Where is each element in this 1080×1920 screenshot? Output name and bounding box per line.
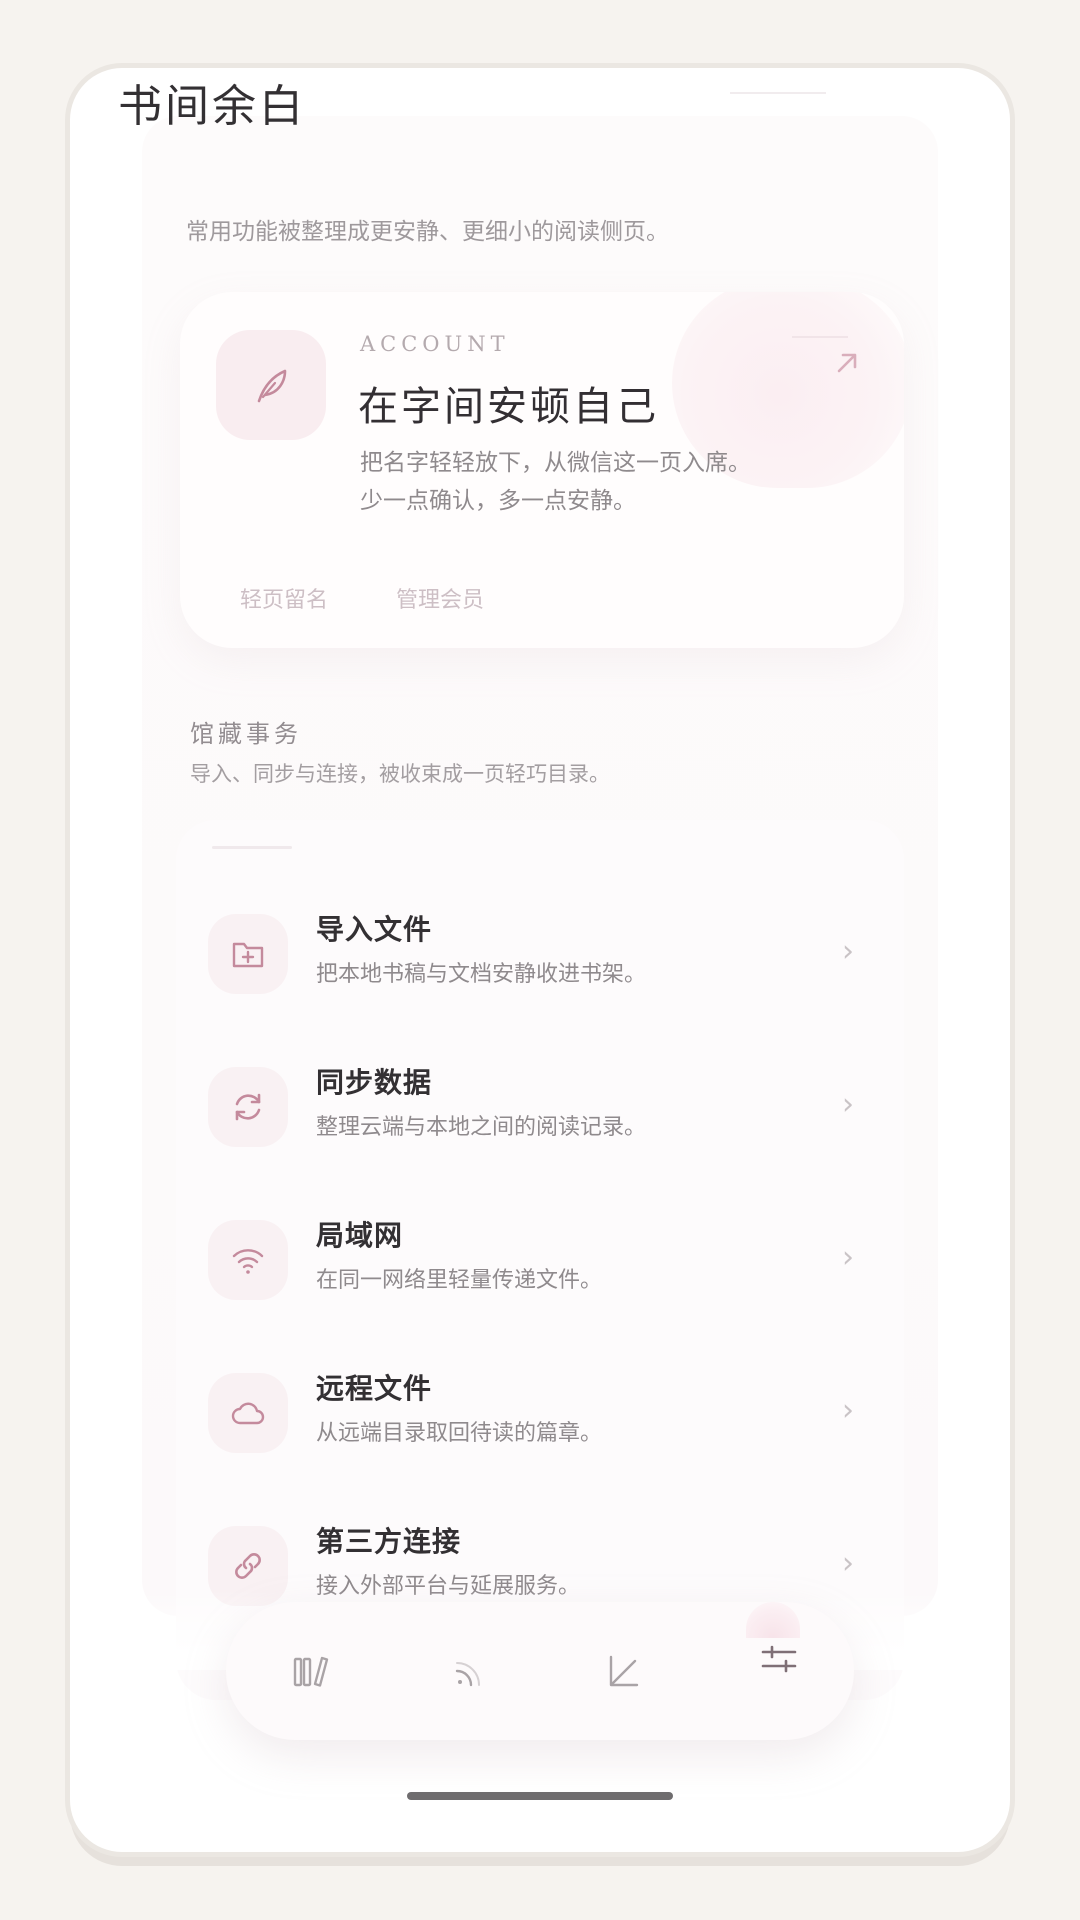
chevron-right-icon: › [842,1393,854,1428]
account-description: 把名字轻轻放下，从微信这一页入席。 少一点确认，多一点安静。 [360,444,820,520]
account-heading: 在字间安顿自己 [358,384,659,430]
manage-membership-link[interactable]: 管理会员 [396,582,484,614]
home-indicator[interactable] [407,1792,673,1800]
link-icon [235,1553,261,1579]
item-title: 远程文件 [316,1372,433,1405]
item-title: 导入文件 [316,913,433,946]
title-divider [730,92,826,94]
settings-sliders-icon [761,1645,797,1673]
chevron-right-icon: › [842,1087,854,1122]
tab-feed[interactable] [432,1636,502,1706]
wifi-icon [232,1249,264,1274]
list-divider [212,846,292,849]
signin-link[interactable]: 轻页留名 [240,582,328,614]
item-description: 把本地书稿与文档安静收进书架。 [316,962,647,987]
page-title: 书间余白 [118,81,306,132]
chevron-right-icon: › [842,1240,854,1275]
item-icon-box [208,914,288,994]
item-title: 局域网 [316,1219,404,1252]
folder-plus-icon [232,942,264,968]
corner-divider [792,336,848,338]
section-description: 导入、同步与连接，被收束成一页轻巧目录。 [190,762,610,786]
tab-stats[interactable] [588,1636,658,1706]
list-item-import[interactable]: 导入文件 把本地书稿与文档安静收进书架。 › [176,900,904,1020]
chevron-right-icon: › [842,934,854,969]
section-title: 馆藏事务 [190,720,302,748]
list-item-lan[interactable]: 局域网 在同一网络里轻量传递文件。 › [176,1206,904,1326]
account-card[interactable]: ACCOUNT 在字间安顿自己 把名字轻轻放下，从微信这一页入席。 少一点确认，… [180,292,904,648]
tab-bookshelf[interactable] [276,1636,346,1706]
item-description: 整理云端与本地之间的阅读记录。 [316,1115,647,1140]
account-desc-line-1: 把名字轻轻放下，从微信这一页入席。 [360,450,751,476]
item-icon-box [208,1373,288,1453]
arrow-up-right-icon[interactable] [832,348,862,378]
item-description: 在同一网络里轻量传递文件。 [316,1268,603,1293]
feather-icon [257,369,287,403]
account-desc-line-2: 少一点确认，多一点安静。 [360,488,636,514]
cloud-icon [231,1402,265,1425]
account-kicker: ACCOUNT [360,332,510,356]
item-description: 从远端目录取回待读的篇章。 [316,1421,603,1446]
item-title: 第三方连接 [316,1525,462,1558]
account-avatar [216,330,326,440]
item-icon-box [208,1220,288,1300]
rss-icon [455,1662,480,1687]
chart-icon [609,1655,639,1687]
bookshelf-icon [293,1656,329,1687]
item-title: 同步数据 [316,1066,433,1099]
list-item-sync[interactable]: 同步数据 整理云端与本地之间的阅读记录。 › [176,1053,904,1173]
item-icon-box [208,1067,288,1147]
sync-icon [235,1093,261,1121]
bottom-tab-bar [226,1602,854,1740]
chevron-right-icon: › [842,1546,854,1581]
list-item-remote-files[interactable]: 远程文件 从远端目录取回待读的篇章。 › [176,1359,904,1479]
collection-list: 导入文件 把本地书稿与文档安静收进书架。 › 同步数据 整理云端与本地之间的阅读… [176,820,904,1700]
tab-settings[interactable] [744,1624,814,1694]
page-subtitle: 常用功能被整理成更安静、更细小的阅读侧页。 [186,219,669,245]
